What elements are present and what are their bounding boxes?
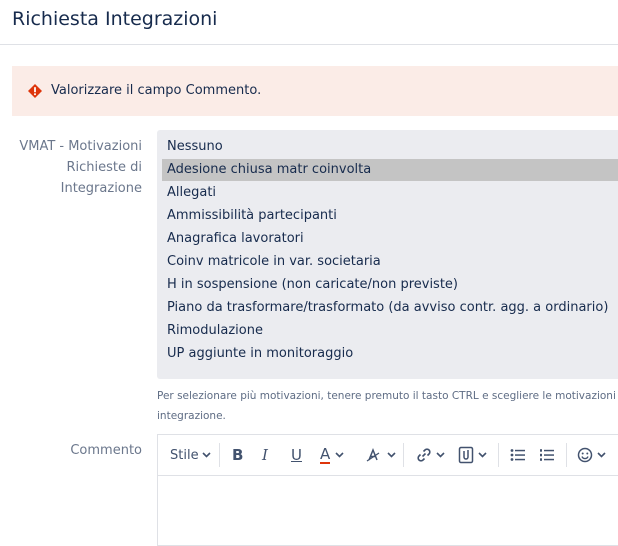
- select-option-selected[interactable]: Adesione chiusa matr coinvolta: [162, 159, 618, 181]
- motivazioni-label-line: Integrazione: [60, 181, 142, 196]
- chevron-down-icon: [478, 452, 487, 458]
- page-header: Richiesta Integrazioni: [0, 0, 618, 45]
- commento-label: Commento: [70, 443, 142, 458]
- editor-toolbar: Stile B I U A: [158, 435, 618, 476]
- select-option[interactable]: Anagrafica lavoratori: [162, 228, 618, 250]
- chevron-down-icon: [387, 452, 396, 458]
- comment-editor[interactable]: Stile B I U A: [157, 434, 618, 546]
- underline-button[interactable]: U: [291, 443, 302, 467]
- link-icon: [417, 448, 431, 462]
- select-option[interactable]: Coinv matricole in var. societaria: [162, 251, 618, 273]
- text-style-icon: [366, 447, 380, 462]
- attachment-icon: [458, 446, 474, 464]
- text-color-icon: A: [320, 445, 331, 464]
- motivazioni-select[interactable]: Nessuno Adesione chiusa matr coinvolta A…: [157, 130, 618, 379]
- help-text-line: Per selezionare più motivazioni, tenere …: [157, 390, 618, 402]
- chevron-down-icon: [436, 452, 445, 458]
- motivazioni-label: VMAT - Motivazioni Richieste di Integraz…: [2, 136, 142, 199]
- alert-message: Valorizzare il campo Commento.: [51, 83, 262, 98]
- toolbar-divider: [403, 443, 404, 467]
- select-option[interactable]: UP aggiunte in monitoraggio: [162, 343, 618, 365]
- select-option[interactable]: H in sospensione (non caricate/non previ…: [162, 274, 618, 296]
- motivazioni-label-line: Richieste di: [66, 160, 142, 175]
- style-dropdown[interactable]: Stile: [170, 443, 211, 467]
- motivazioni-label-line: VMAT - Motivazioni: [19, 139, 142, 154]
- toolbar-divider: [498, 443, 499, 467]
- numbered-list-icon: [540, 449, 554, 461]
- emoji-icon: [577, 447, 593, 463]
- select-option[interactable]: Rimodulazione: [162, 320, 618, 342]
- chevron-down-icon: [597, 452, 606, 458]
- text-formatting-button[interactable]: [366, 443, 396, 467]
- link-button[interactable]: [416, 443, 445, 467]
- error-alert: Valorizzare il campo Commento.: [12, 66, 618, 116]
- page-title: Richiesta Integrazioni: [12, 8, 218, 30]
- toolbar-divider: [219, 443, 220, 467]
- style-label: Stile: [170, 447, 199, 463]
- chevron-down-icon: [202, 452, 211, 458]
- numbered-list-button[interactable]: [539, 443, 555, 467]
- bullet-list-button[interactable]: [510, 443, 526, 467]
- toolbar-divider: [566, 443, 567, 467]
- bullet-list-icon: [510, 449, 525, 461]
- help-text-line: integrazione.: [157, 410, 226, 422]
- emoji-button[interactable]: [577, 443, 606, 467]
- attachment-button[interactable]: [458, 443, 487, 467]
- select-option[interactable]: Nessuno: [162, 136, 618, 158]
- chevron-down-icon: [335, 452, 344, 458]
- comment-text-area[interactable]: [158, 476, 618, 546]
- italic-button[interactable]: I: [262, 443, 268, 467]
- text-color-button[interactable]: A: [320, 443, 344, 467]
- select-option[interactable]: Ammissibilità partecipanti: [162, 205, 618, 227]
- select-option[interactable]: Allegati: [162, 182, 618, 204]
- bold-button[interactable]: B: [232, 443, 243, 467]
- select-option[interactable]: Piano da trasformare/trasformato (da avv…: [162, 297, 618, 319]
- help-text: Per selezionare più motivazioni, tenere …: [157, 386, 618, 426]
- error-icon: [28, 84, 42, 98]
